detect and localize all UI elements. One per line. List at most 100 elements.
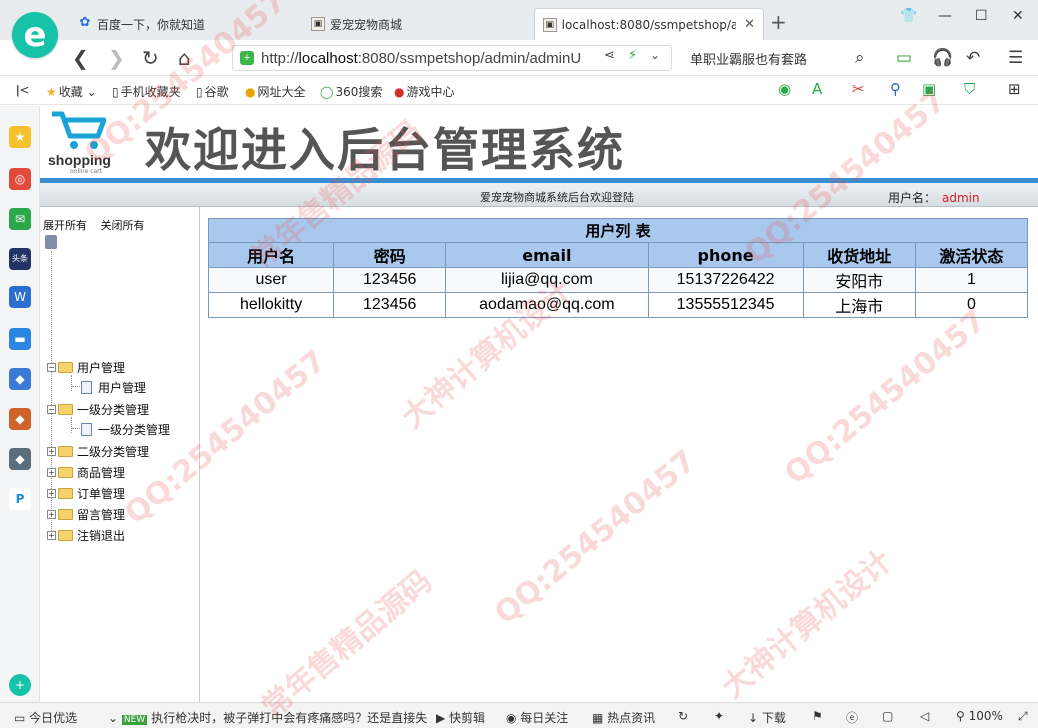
table-cell: 15137226422 (647, 267, 804, 293)
gamepad-icon[interactable]: ▣ (922, 80, 936, 98)
tree-leaf-user-mgmt[interactable]: 用户管理 (81, 379, 146, 396)
computer-root-icon (45, 235, 57, 249)
forward-button[interactable]: ❯ (108, 46, 125, 70)
translate-icon[interactable]: A (812, 80, 822, 98)
tab-baidu[interactable]: ✿ 百度一下，你就知道 (70, 8, 300, 40)
magnifier-icon[interactable]: ⚲ (890, 80, 901, 98)
status-clip[interactable]: ▶ 快剪辑 (436, 709, 485, 726)
column-header: 密码 (333, 242, 447, 268)
speed-icon[interactable]: ⚡ (628, 48, 637, 63)
add-app-icon[interactable]: + (9, 674, 31, 696)
wechat-icon[interactable]: ◉ (778, 80, 791, 98)
expand-icon[interactable]: + (47, 447, 56, 456)
ie-icon[interactable]: ⓔ (846, 709, 858, 726)
close-window-button[interactable]: ✕ (1012, 8, 1024, 24)
home-button[interactable]: ⌂ (178, 46, 191, 70)
mail-icon[interactable]: ✉ (9, 208, 31, 230)
bookmark-games[interactable]: ● 游戏中心 (394, 83, 455, 100)
bookmark-sites[interactable]: ● 网址大全 (245, 83, 306, 100)
search-icon[interactable]: ⌕ (855, 48, 865, 68)
table-cell: 13555512345 (647, 292, 804, 318)
scissors-icon[interactable]: ✂ (852, 80, 865, 98)
admin-page: shopping online cart 欢迎进入后台管理系统 爱宠宠物商城系统… (40, 106, 1038, 702)
undo-icon[interactable]: ↶ (966, 48, 980, 68)
refresh-icon[interactable]: ↻ (678, 709, 688, 723)
tree-leaf-category1[interactable]: 一级分类管理 (81, 421, 170, 438)
chat-icon[interactable]: ▬ (9, 328, 31, 350)
table-cell: user (207, 267, 335, 293)
expand-icon[interactable]: + (47, 510, 56, 519)
news-app-icon[interactable]: 头条 (9, 248, 31, 270)
user-label: 用户名： (888, 191, 937, 205)
tab-petshop[interactable]: ▣ 爱宠宠物商城 (303, 8, 529, 40)
back-button[interactable]: ❮ (72, 46, 89, 70)
user-list-table: 用户列 表 用户名 密码 email phone 收货地址 激活状态 user … (207, 218, 1029, 318)
status-download[interactable]: ↓ 下载 (748, 709, 786, 726)
status-hot[interactable]: ▦ 热点资讯 (592, 709, 655, 726)
chevron-down-icon[interactable]: ⌄ (650, 48, 660, 62)
battery-icon[interactable]: ▭ (896, 48, 912, 68)
tree-node-orders[interactable]: + 订单管理 (47, 485, 125, 502)
game1-icon[interactable]: ◆ (9, 368, 31, 390)
table-cell: 安阳市 (802, 267, 916, 293)
close-tab-icon[interactable]: ✕ (744, 17, 755, 32)
phone-icon: ▯ (112, 85, 119, 99)
tree-node-messages[interactable]: + 留言管理 (47, 506, 125, 523)
word-icon[interactable]: W (9, 286, 31, 308)
tab-label: localhost:8080/ssmpetshop/a (561, 17, 737, 32)
p-app-icon[interactable]: P (9, 488, 31, 510)
status-zoom[interactable]: ⚲ 100% (956, 709, 1003, 723)
table-cell: 123456 (333, 292, 447, 318)
fullscreen-icon[interactable]: ⤢ (1018, 709, 1028, 724)
bookmark-favorites[interactable]: ★ 收藏 ⌄ (46, 83, 97, 100)
tree-node-user-mgmt[interactable]: − 用户管理 (47, 359, 125, 376)
weibo-icon[interactable]: ◎ (9, 168, 31, 190)
bookmark-google[interactable]: ▯ 谷歌 (196, 83, 229, 100)
maximize-button[interactable]: ☐ (975, 8, 988, 24)
tab-admin-active[interactable]: ▣ localhost:8080/ssmpetshop/a ✕ (534, 8, 764, 40)
bookmarks-bar: ǀ< ★ 收藏 ⌄ ▯ 手机收藏夹 ▯ 谷歌 ● 网址大全 ◯ 360搜索 ● 游戏中心 ◉… (0, 77, 1038, 105)
collapse-all-link[interactable]: 关闭所有 (101, 219, 145, 232)
expand-icon[interactable]: + (47, 489, 56, 498)
collapse-icon[interactable]: − (47, 405, 56, 414)
shield-icon[interactable]: ⛉ (964, 80, 975, 98)
welcome-bar: 爱宠宠物商城系统后台欢迎登陆 用户名： admin (40, 183, 1038, 207)
headphone-icon[interactable]: 🎧 (932, 48, 953, 68)
menu-icon[interactable]: ☰ (1008, 48, 1023, 68)
collapse-icon[interactable]: − (47, 363, 56, 372)
game3-icon[interactable]: ◆ (9, 448, 31, 470)
new-tab-button[interactable]: + (770, 10, 787, 34)
bookmark-360search[interactable]: ◯ 360搜索 (320, 83, 382, 100)
column-header: 用户名 (207, 242, 335, 268)
window-icon[interactable]: ▢ (882, 709, 893, 723)
expand-all-link[interactable]: 展开所有 (43, 219, 87, 232)
bookmark-mobile[interactable]: ▯ 手机收藏夹 (112, 83, 181, 100)
tree-line (71, 417, 72, 433)
skin-icon[interactable]: 👕 (900, 8, 917, 24)
expand-icon[interactable]: + (47, 531, 56, 540)
tree-node-category2[interactable]: + 二级分类管理 (47, 443, 149, 460)
apps-grid-icon[interactable]: ⊞ (1008, 80, 1021, 98)
status-news[interactable]: ⌄ NEW 执行枪决时，被子弹打中会有疼痛感吗？还是直接失 (108, 709, 427, 726)
pin-icon[interactable]: ✦ (714, 709, 724, 723)
tree-node-category1[interactable]: − 一级分类管理 (47, 401, 149, 418)
expand-icon[interactable]: + (47, 468, 56, 477)
tree-controls: 展开所有 关闭所有 (43, 217, 155, 233)
status-daily[interactable]: ◉ 每日关注 (506, 709, 568, 726)
logo-word: shopping (48, 152, 111, 168)
tree-node-logout[interactable]: + 注销退出 (47, 527, 125, 544)
sound-icon[interactable]: ◁ (920, 709, 929, 723)
tree-node-products[interactable]: + 商品管理 (47, 464, 125, 481)
page-favicon-icon: ▣ (543, 17, 557, 32)
sidebar-toggle-icon[interactable]: ǀ< (16, 83, 30, 97)
search-box[interactable]: 单职业霸服也有套路 (690, 49, 807, 68)
favorites-star-icon[interactable]: ★ (9, 126, 31, 148)
share-icon[interactable]: ⋖ (604, 48, 615, 63)
game2-icon[interactable]: ◆ (9, 408, 31, 430)
status-today[interactable]: ▭ 今日优选 (14, 709, 77, 726)
minimize-button[interactable]: — (938, 8, 952, 24)
tree-line (72, 386, 80, 387)
browser-logo-icon[interactable]: e (12, 12, 58, 58)
flag-icon[interactable]: ⚑ (812, 709, 823, 723)
reload-button[interactable]: ↻ (142, 46, 159, 70)
